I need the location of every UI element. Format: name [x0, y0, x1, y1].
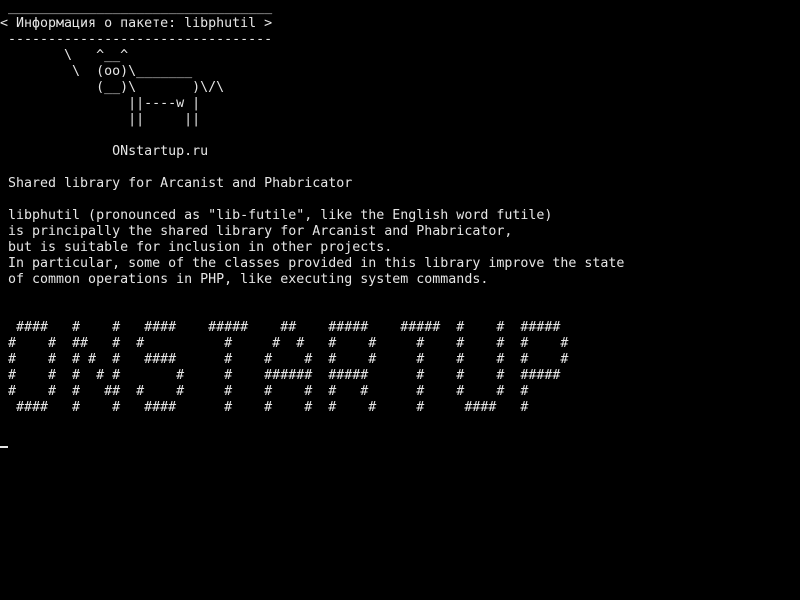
- bubble-bottom-border: ---------------------------------: [0, 32, 273, 47]
- description-line: but is suitable for inclusion in other p…: [0, 240, 393, 255]
- description-line: libphutil (pronounced as "lib-futile", l…: [0, 208, 553, 223]
- cow-art-line: (__)\ )\/\: [0, 80, 225, 95]
- bubble-text: < Информация о пакете: libphutil >: [0, 16, 273, 31]
- description-line: is principally the shared library for Ar…: [0, 224, 513, 239]
- cow-art-line: ||----w |: [0, 96, 201, 111]
- cow-art-line: \ (oo)\_______: [0, 64, 193, 79]
- banner-line: # # # # # #### # # # # # # # # # #: [0, 352, 569, 367]
- banner-line: #### # # #### ##### ## ##### ##### # # #…: [0, 320, 561, 335]
- package-summary: Shared library for Arcanist and Phabrica…: [0, 176, 353, 191]
- banner-line: #### # # #### # # # # # # #### #: [0, 400, 529, 415]
- banner-line: # # # # # # # ###### ##### # # # #####: [0, 368, 561, 383]
- terminal-screen[interactable]: _________________________________ < Инфо…: [0, 0, 800, 600]
- cow-art-line: || ||: [0, 112, 201, 127]
- description-line: of common operations in PHP, like execut…: [0, 272, 489, 287]
- banner-line: # # # ## # # # # # # # # # # #: [0, 384, 529, 399]
- cow-art-line: \ ^__^: [0, 48, 129, 63]
- bubble-top-border: _________________________________: [0, 0, 273, 15]
- site-name: ONstartup.ru: [0, 144, 209, 159]
- banner-line: # # ## # # # # # # # # # # # #: [0, 336, 569, 351]
- text-cursor: [0, 446, 8, 448]
- description-line: In particular, some of the classes provi…: [0, 256, 625, 271]
